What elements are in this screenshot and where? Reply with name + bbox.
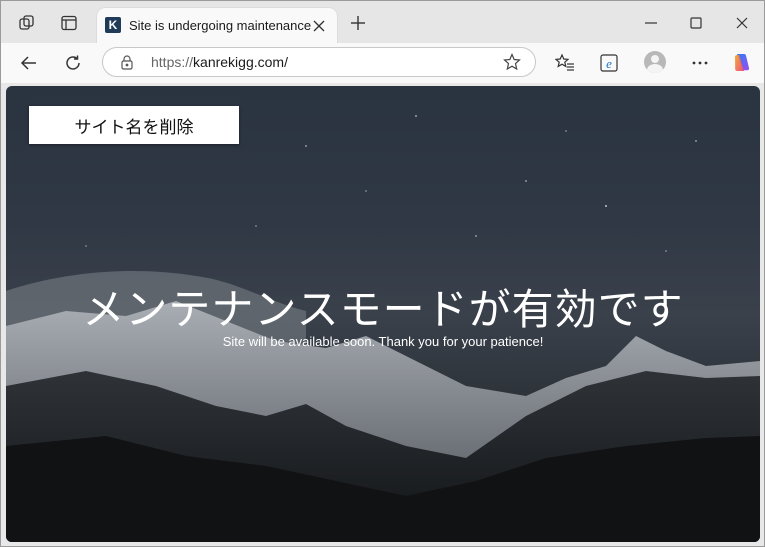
delete-site-name-button[interactable]: サイト名を削除 <box>29 106 239 144</box>
maximize-icon[interactable] <box>686 13 706 33</box>
favorite-star-icon[interactable] <box>503 53 521 71</box>
address-bar[interactable]: https://kanrekigg.com/ <box>102 47 536 77</box>
new-tab-icon[interactable] <box>347 12 369 34</box>
maintenance-subtext: Site will be available soon. Thank you f… <box>222 334 544 349</box>
close-icon[interactable] <box>311 18 327 34</box>
url-text[interactable]: https://kanrekigg.com/ <box>151 54 288 70</box>
tab-title: Site is undergoing maintenance <box>129 18 312 33</box>
svg-text:e: e <box>606 56 612 71</box>
page-content: サイト名を削除 メンテナンスモードが有効です Site will be avai… <box>6 86 760 542</box>
copilot-icon[interactable] <box>731 52 753 74</box>
back-icon[interactable] <box>17 51 41 75</box>
close-window-icon[interactable] <box>732 13 752 33</box>
toolbar: https://kanrekigg.com/ e <box>1 43 764 83</box>
lock-icon[interactable] <box>119 54 135 70</box>
refresh-icon[interactable] <box>61 51 85 75</box>
ie-mode-icon[interactable]: e <box>598 52 620 74</box>
minimize-icon[interactable] <box>641 13 661 33</box>
workspaces-icon[interactable] <box>15 11 39 35</box>
tab-actions-icon[interactable] <box>57 11 81 35</box>
favorites-icon[interactable] <box>554 52 576 74</box>
active-tab[interactable]: K Site is undergoing maintenance <box>97 8 337 45</box>
site-favicon: K <box>105 17 121 33</box>
maintenance-headline: メンテナンスモードが有効です <box>82 285 684 334</box>
browser-window: K Site is undergoing maintenance https:/… <box>0 0 765 547</box>
tab-bar: K Site is undergoing maintenance <box>1 1 764 45</box>
profile-icon[interactable] <box>644 51 666 73</box>
more-icon[interactable] <box>689 52 711 74</box>
